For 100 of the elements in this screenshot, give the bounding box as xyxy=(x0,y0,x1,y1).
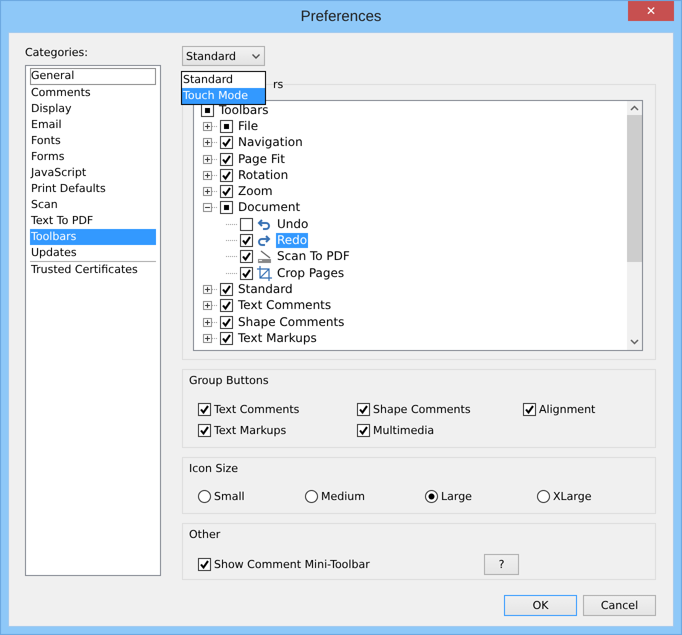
radio-button[interactable] xyxy=(198,490,211,503)
group-label: Group Buttons xyxy=(189,374,270,388)
tree-item[interactable]: Zoom xyxy=(237,184,274,200)
checkbox-label: Text Comments xyxy=(214,403,300,416)
category-item[interactable]: Email xyxy=(30,117,156,133)
expand-icon[interactable] xyxy=(203,170,212,180)
ok-button[interactable]: OK xyxy=(504,595,577,616)
category-item[interactable]: Print Defaults xyxy=(30,181,156,197)
tree-connector xyxy=(212,142,218,144)
category-item[interactable]: Display xyxy=(30,101,156,117)
radio-label: Small xyxy=(214,490,245,503)
checkbox[interactable] xyxy=(240,250,253,264)
checkbox[interactable] xyxy=(240,218,253,231)
checkbox[interactable] xyxy=(220,299,233,312)
checkbox-label: Multimedia xyxy=(373,424,434,437)
mode-dropdown[interactable]: Standard xyxy=(182,46,265,66)
tree-item[interactable]: Text Comments xyxy=(237,298,332,314)
radio-label: XLarge xyxy=(553,490,592,503)
radio-label: Medium xyxy=(321,490,365,503)
tree-connector xyxy=(226,272,238,274)
redo-icon xyxy=(257,234,271,248)
checkbox[interactable] xyxy=(240,266,253,280)
crop-icon xyxy=(257,266,272,281)
category-item[interactable]: Scan xyxy=(30,197,156,213)
expand-icon[interactable] xyxy=(203,138,212,148)
checkbox[interactable] xyxy=(220,332,233,345)
tree-connector xyxy=(212,338,218,339)
checkbox[interactable] xyxy=(198,424,211,437)
tree-item[interactable]: Rotation xyxy=(237,168,290,183)
checkbox[interactable] xyxy=(198,558,211,571)
expand-icon[interactable] xyxy=(203,122,212,131)
window-title: Preferences xyxy=(300,8,382,25)
tree-item[interactable]: Crop Pages xyxy=(276,266,346,281)
checkbox[interactable] xyxy=(220,136,233,150)
tree-item[interactable]: Standard xyxy=(237,282,294,297)
checkbox[interactable] xyxy=(220,282,233,296)
checkbox[interactable] xyxy=(220,152,233,166)
tree-item[interactable]: Page Fit xyxy=(237,152,286,167)
group-label: rs xyxy=(273,78,284,92)
expand-icon[interactable] xyxy=(203,154,212,164)
scrollbar[interactable] xyxy=(627,101,642,350)
tree-item[interactable]: Undo xyxy=(276,216,310,232)
tree-connector xyxy=(212,305,218,306)
checkbox[interactable] xyxy=(240,234,253,248)
tree-item[interactable]: Navigation xyxy=(237,135,304,150)
category-item[interactable]: Updates xyxy=(30,245,156,262)
checkbox[interactable] xyxy=(220,185,233,198)
category-item[interactable]: Forms xyxy=(30,149,156,165)
radio-label: Large xyxy=(441,490,472,503)
category-item[interactable]: Text To PDF xyxy=(30,213,156,229)
radio-button[interactable] xyxy=(305,490,318,503)
scanner-icon xyxy=(257,250,272,264)
tree-connector xyxy=(226,256,238,258)
tree-connector xyxy=(212,158,218,160)
expand-icon[interactable] xyxy=(203,334,212,343)
category-item[interactable]: JavaScript xyxy=(30,165,156,181)
undo-icon xyxy=(257,218,271,231)
checkbox[interactable] xyxy=(220,316,233,328)
checkbox[interactable] xyxy=(220,201,233,214)
tree-connector xyxy=(212,207,218,208)
chevron-down-icon xyxy=(252,54,260,58)
checkbox-label: Show Comment Mini-Toolbar xyxy=(214,558,370,571)
tree-connector xyxy=(212,126,218,127)
tree-item[interactable]: File xyxy=(237,118,260,134)
tree-item[interactable]: Shape Comments xyxy=(237,314,346,330)
radio-button[interactable] xyxy=(425,490,438,503)
checkbox[interactable] xyxy=(220,168,233,182)
category-item[interactable]: Trusted Certificates xyxy=(30,262,156,278)
categories-label: Categories: xyxy=(25,46,89,60)
checkbox-label: Alignment xyxy=(539,403,596,416)
category-item[interactable]: Fonts xyxy=(30,133,156,149)
category-item[interactable]: Comments xyxy=(30,85,156,101)
close-button[interactable]: ✕ xyxy=(628,1,674,21)
cancel-button[interactable]: Cancel xyxy=(583,595,656,616)
expand-icon[interactable] xyxy=(203,187,212,196)
tree-connector xyxy=(212,174,218,176)
tree-connector xyxy=(226,224,238,225)
tree-connector xyxy=(226,240,238,242)
checkbox[interactable] xyxy=(357,403,370,416)
checkbox[interactable] xyxy=(198,403,211,416)
tree-item[interactable]: Toolbars xyxy=(218,102,270,118)
checkbox[interactable] xyxy=(357,424,370,437)
group-label: Icon Size xyxy=(189,462,240,476)
checkbox[interactable] xyxy=(523,403,536,416)
help-button[interactable]: ? xyxy=(484,554,519,575)
tree-item[interactable]: Document xyxy=(237,200,302,216)
expand-icon[interactable] xyxy=(203,318,212,326)
tree-connector xyxy=(212,191,218,192)
expand-icon[interactable] xyxy=(203,301,212,310)
checkbox[interactable] xyxy=(201,104,214,117)
tree-item[interactable]: Scan To PDF xyxy=(276,249,351,264)
radio-button[interactable] xyxy=(537,490,550,503)
checkbox[interactable] xyxy=(220,120,233,133)
tree-connector xyxy=(212,288,218,290)
tree-item[interactable]: Text Markups xyxy=(237,330,318,346)
category-item[interactable]: General xyxy=(30,68,156,85)
group-label: Other xyxy=(189,528,222,542)
expand-icon[interactable] xyxy=(203,284,212,294)
checkbox-label: Shape Comments xyxy=(373,403,471,416)
collapse-icon[interactable] xyxy=(203,203,212,212)
